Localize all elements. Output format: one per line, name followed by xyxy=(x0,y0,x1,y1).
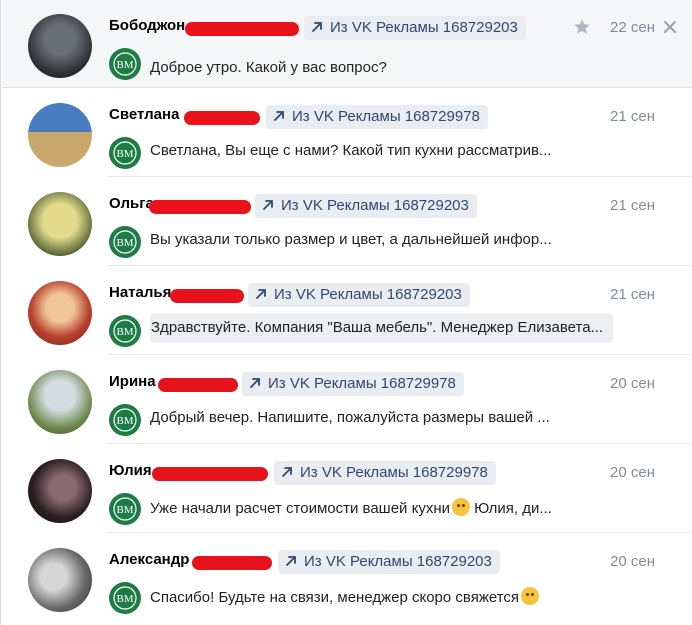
svg-text:ВМ: ВМ xyxy=(116,504,133,516)
divider xyxy=(108,265,692,266)
contact-name[interactable]: Александр xyxy=(109,551,189,568)
redaction-mark xyxy=(184,111,260,125)
source-label: Из VK Рекламы 168729203 xyxy=(281,197,469,214)
wink-emoji xyxy=(452,498,470,516)
source-label: Из VK Рекламы 168729978 xyxy=(292,108,480,125)
source-chip[interactable]: Из VK Рекламы 168729203 xyxy=(278,550,500,574)
contact-name[interactable]: Юлия xyxy=(109,462,152,479)
dialog-date: 22 сен xyxy=(610,19,655,36)
source-chip[interactable]: Из VK Рекламы 168729203 xyxy=(248,283,470,307)
divider xyxy=(108,443,692,444)
hug-emoji xyxy=(521,587,540,605)
message-text: Спасибо! Будьте на связи, менеджер скоро… xyxy=(150,589,520,606)
dialog-row[interactable]: Юлия Из VK Рекламы 168729978 20 сен ВМ У… xyxy=(2,445,692,533)
dialog-row[interactable]: Ирина Из VK Рекламы 168729978 20 сен ВМ … xyxy=(2,356,692,444)
dialog-date: 21 сен xyxy=(610,108,655,125)
contact-name[interactable]: Ирина xyxy=(109,373,156,390)
source-label: Из VK Рекламы 168729203 xyxy=(330,19,518,36)
redaction-mark xyxy=(152,467,268,481)
arrow-up-right-icon xyxy=(286,556,296,566)
company-logo-icon: ВМ xyxy=(109,226,141,258)
last-message-unread: Здравствуйте. Компания "Ваша мебель". Ме… xyxy=(150,313,614,343)
arrow-up-right-icon xyxy=(250,378,260,388)
last-message: Светлана, Вы еще с нами? Какой тип кухни… xyxy=(150,142,552,159)
message-text: Уже начали расчет стоимости вашей кухни xyxy=(150,500,450,517)
divider xyxy=(108,176,692,177)
arrow-up-right-icon xyxy=(282,467,292,477)
arrow-up-right-icon xyxy=(256,289,266,299)
source-label: Из VK Рекламы 168729203 xyxy=(304,553,492,570)
dialog-date: 20 сен xyxy=(610,375,655,392)
dialog-row[interactable]: Наталья Из VK Рекламы 168729203 21 сен В… xyxy=(2,267,692,355)
divider xyxy=(108,354,692,355)
avatar[interactable] xyxy=(28,548,92,612)
last-message: Добрый вечер. Напишите, пожалуйста разме… xyxy=(150,409,550,426)
svg-text:ВМ: ВМ xyxy=(116,415,133,427)
redaction-mark xyxy=(158,378,238,392)
dialog-date: 20 сен xyxy=(610,464,655,481)
company-logo-icon: ВМ xyxy=(109,404,141,436)
company-logo-icon: ВМ xyxy=(109,315,141,347)
avatar[interactable] xyxy=(28,14,92,78)
contact-name[interactable]: Бободжон xyxy=(109,17,185,34)
redaction-mark xyxy=(149,200,251,214)
source-label: Из VK Рекламы 168729978 xyxy=(268,375,456,392)
last-message: Вы указали только размер и цвет, а дальн… xyxy=(150,231,552,248)
svg-text:ВМ: ВМ xyxy=(116,237,133,249)
company-logo-icon: ВМ xyxy=(109,582,141,614)
svg-text:ВМ: ВМ xyxy=(116,59,133,71)
dialog-row[interactable]: Бободжон Из VK Рекламы 168729203 22 сен … xyxy=(2,0,692,88)
redaction-mark xyxy=(170,289,244,303)
last-message: Уже начали расчет стоимости вашей кухни … xyxy=(150,498,552,517)
dialog-date: 20 сен xyxy=(610,553,655,570)
avatar[interactable] xyxy=(28,459,92,523)
dialog-row[interactable]: Александр Из VK Рекламы 168729203 20 сен… xyxy=(2,534,692,622)
source-chip[interactable]: Из VK Рекламы 168729203 xyxy=(255,194,477,218)
contact-name[interactable]: Наталья xyxy=(109,284,171,301)
dialog-list: Бободжон Из VK Рекламы 168729203 22 сен … xyxy=(0,0,692,625)
source-label: Из VK Рекламы 168729978 xyxy=(300,464,488,481)
last-message: Спасибо! Будьте на связи, менеджер скоро… xyxy=(150,587,540,606)
arrow-up-right-icon xyxy=(312,22,322,32)
divider xyxy=(2,87,692,88)
svg-text:ВМ: ВМ xyxy=(116,593,133,605)
star-icon[interactable] xyxy=(573,18,591,36)
avatar[interactable] xyxy=(28,192,92,256)
contact-name[interactable]: Ольга xyxy=(109,195,154,212)
divider xyxy=(108,532,692,533)
dialog-row[interactable]: Светлана Из VK Рекламы 168729978 21 сен … xyxy=(2,89,692,177)
dialog-date: 21 сен xyxy=(610,197,655,214)
source-chip[interactable]: Из VK Рекламы 168729978 xyxy=(274,461,496,485)
redaction-mark xyxy=(185,22,299,36)
source-chip[interactable]: Из VK Рекламы 168729978 xyxy=(242,372,464,396)
dialog-date: 21 сен xyxy=(610,286,655,303)
company-logo-icon: ВМ xyxy=(109,48,141,80)
close-icon[interactable] xyxy=(662,19,678,35)
source-chip[interactable]: Из VK Рекламы 168729978 xyxy=(266,105,488,129)
avatar[interactable] xyxy=(28,103,92,167)
arrow-up-right-icon xyxy=(263,200,273,210)
avatar[interactable] xyxy=(28,281,92,345)
message-tail: Юлия, ди... xyxy=(474,500,552,517)
dialog-row[interactable]: Ольга Из VK Рекламы 168729203 21 сен ВМ … xyxy=(2,178,692,266)
svg-text:ВМ: ВМ xyxy=(116,326,133,338)
company-logo-icon: ВМ xyxy=(109,493,141,525)
svg-text:ВМ: ВМ xyxy=(116,148,133,160)
company-logo-icon: ВМ xyxy=(109,137,141,169)
source-chip[interactable]: Из VK Рекламы 168729203 xyxy=(304,16,526,40)
contact-name[interactable]: Светлана xyxy=(109,106,179,123)
redaction-mark xyxy=(192,556,272,570)
last-message: Доброе утро. Какой у вас вопрос? xyxy=(150,59,387,76)
avatar[interactable] xyxy=(28,370,92,434)
arrow-up-right-icon xyxy=(274,111,284,121)
source-label: Из VK Рекламы 168729203 xyxy=(274,286,462,303)
